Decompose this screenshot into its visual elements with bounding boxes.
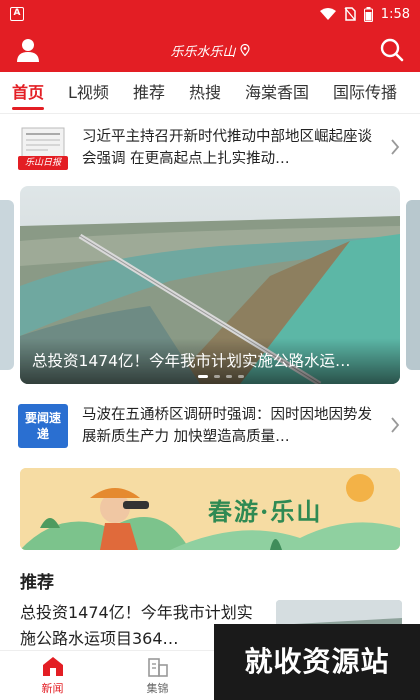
watermark-overlay: 就收资源站 xyxy=(214,624,420,700)
news-item-1[interactable]: 乐山日报 习近平主持召开新时代推动中部地区崛起座谈会强调 在更高起点上扎实推动… xyxy=(18,118,402,178)
tab-l-video[interactable]: L视频 xyxy=(56,72,121,113)
status-bar: A 1:58 xyxy=(0,0,420,28)
battery-icon xyxy=(363,6,373,22)
nav-highlights-label: 集锦 xyxy=(146,682,169,695)
carousel-dot xyxy=(214,375,220,378)
nav-highlights[interactable]: 集锦 xyxy=(105,651,210,700)
nav-news[interactable]: 新闻 xyxy=(0,651,105,700)
tab-international[interactable]: 国际传播 xyxy=(321,72,409,113)
category-tabs: 首页 L视频 推荐 热搜 海棠香国 国际传播 xyxy=(0,72,420,114)
location-pin-icon xyxy=(239,44,250,56)
building-icon xyxy=(147,658,168,677)
news-flash-icon: 要闻速递 xyxy=(18,404,68,448)
tab-home[interactable]: 首页 xyxy=(0,72,56,113)
wifi-icon xyxy=(319,8,336,20)
tab-haitang[interactable]: 海棠香国 xyxy=(233,72,321,113)
no-sim-icon xyxy=(344,7,356,21)
chevron-right-icon xyxy=(391,139,400,155)
newspaper-icon: 乐山日报 xyxy=(18,126,68,170)
chevron-right-icon xyxy=(391,417,400,433)
news-flash-label: 要闻速递 xyxy=(24,411,61,441)
carousel-next-peek[interactable] xyxy=(406,200,420,370)
user-icon[interactable] xyxy=(14,36,42,64)
search-icon[interactable] xyxy=(378,36,406,64)
status-time: 1:58 xyxy=(380,6,410,22)
logo-text: 乐乐水乐山 xyxy=(170,44,236,60)
home-icon xyxy=(42,657,63,676)
spring-tour-banner[interactable]: 春游·乐山 xyxy=(20,468,400,550)
carousel-dot xyxy=(226,375,232,378)
app-notification-icon: A xyxy=(10,7,24,21)
nav-news-label: 新闻 xyxy=(41,682,64,695)
carousel-dot xyxy=(198,375,208,378)
news-title: 马波在五通桥区调研时强调：因时因地因势发展新质生产力 加快塑造高质量… xyxy=(82,407,372,445)
app-logo: 乐乐水乐山 xyxy=(170,41,250,60)
news-item-2[interactable]: 要闻速递 马波在五通桥区调研时强调：因时因地因势发展新质生产力 加快塑造高质量… xyxy=(18,396,402,456)
newspaper-label: 乐山日报 xyxy=(24,158,61,168)
app-header: 乐乐水乐山 xyxy=(0,28,420,72)
tab-hot-search[interactable]: 热搜 xyxy=(177,72,233,113)
carousel-dot xyxy=(238,375,244,378)
headline-carousel[interactable]: 总投资1474亿！今年我市计划实施公路水运… xyxy=(20,186,400,384)
tab-recommend[interactable]: 推荐 xyxy=(121,72,177,113)
carousel-prev-peek[interactable] xyxy=(0,200,14,370)
recommend-section-title: 推荐 xyxy=(20,573,54,593)
banner-title: 春游·乐山 xyxy=(208,497,323,526)
carousel-indicator xyxy=(198,375,244,378)
news-title: 习近平主持召开新时代推动中部地区崛起座谈会强调 在更高起点上扎实推动… xyxy=(82,129,372,167)
